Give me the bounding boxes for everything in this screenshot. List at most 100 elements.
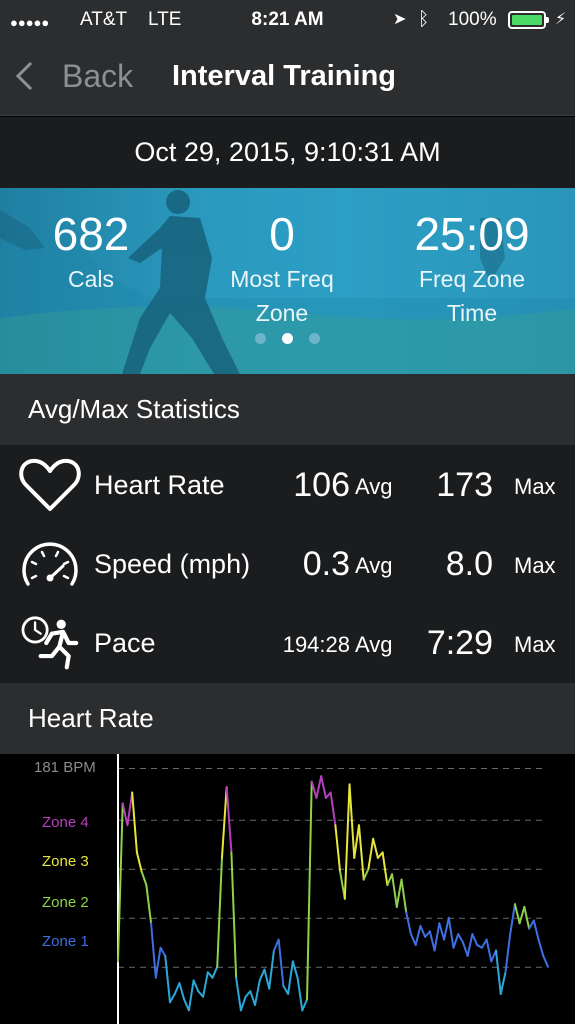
page-control[interactable] bbox=[0, 333, 575, 347]
heart-rate-line-segment bbox=[131, 791, 138, 854]
heart-rate-line-segment bbox=[367, 837, 375, 870]
heart-rate-line-segment bbox=[235, 976, 242, 1012]
heart-rate-line-segment bbox=[438, 922, 446, 941]
speedometer-icon bbox=[22, 542, 78, 586]
page-dot-2[interactable] bbox=[282, 333, 293, 344]
heart-rate-line-segment bbox=[353, 824, 360, 859]
heart-rate-line-segment bbox=[301, 998, 309, 1012]
avg-max-section-header: Avg/Max Statistics bbox=[0, 374, 575, 445]
stat-max-value: 173 bbox=[436, 466, 493, 504]
heart-rate-line-segment bbox=[485, 938, 493, 963]
heart-rate-line-segment bbox=[409, 933, 417, 947]
heart-rate-line-segment bbox=[391, 873, 398, 908]
stat-avg-label: Avg bbox=[355, 474, 393, 499]
stat-avg-label: Avg bbox=[355, 553, 393, 578]
back-label: Back bbox=[62, 57, 134, 94]
heart-rate-line-segment bbox=[400, 878, 408, 914]
heart-rate-line-segment bbox=[504, 933, 512, 974]
heart-rate-line-segment bbox=[395, 878, 403, 908]
stat-max-label: Max bbox=[514, 553, 556, 578]
heart-rate-line-segment bbox=[296, 976, 304, 1012]
stat-max-label: Max bbox=[514, 632, 556, 657]
freq-zone-time-label-2: Time bbox=[446, 300, 498, 326]
heart-rate-line-segment bbox=[315, 775, 323, 799]
stat-name: Speed (mph) bbox=[94, 549, 251, 579]
zone-3-label: Zone 3 bbox=[42, 853, 89, 870]
heart-rate-section-header: Heart Rate bbox=[0, 683, 575, 754]
heart-rate-line-segment bbox=[419, 924, 427, 938]
heart-rate-line-segment bbox=[140, 870, 148, 887]
most-freq-zone-label-2: Zone bbox=[255, 300, 309, 326]
heart-rate-line-segment bbox=[220, 786, 228, 859]
calories-stat: 682 Cals bbox=[30, 206, 152, 296]
stat-max-label: Max bbox=[514, 474, 556, 499]
heart-rate-line-segment bbox=[254, 979, 261, 1006]
most-freq-zone-label-1: Most Freq bbox=[230, 266, 334, 292]
heart-rate-line-segment bbox=[513, 903, 521, 925]
freq-zone-time-value: 25:09 bbox=[414, 208, 530, 260]
heart-rate-chart-svg bbox=[117, 754, 549, 1024]
heart-rate-line-segment bbox=[168, 993, 176, 1004]
heart-rate-line-segment bbox=[202, 971, 209, 998]
freq-zone-time-stat: 25:09 Freq Zone Time bbox=[392, 206, 552, 330]
heart-rate-line-segment bbox=[357, 824, 365, 881]
heart-rate-line-segment bbox=[461, 941, 469, 957]
stat-max-value: 8.0 bbox=[445, 545, 493, 583]
heart-rate-line-segment bbox=[452, 933, 460, 949]
heart-rate-line-segment bbox=[121, 802, 129, 827]
heart-rate-line-segment bbox=[428, 930, 436, 952]
heart-rate-line-segment bbox=[135, 851, 143, 873]
heart-rate-line-segment bbox=[150, 922, 157, 979]
heart-rate-line-segment bbox=[414, 924, 422, 947]
stat-name: Heart Rate bbox=[94, 470, 225, 500]
avg-max-stats-panel: Heart Rate 106 Avg 173 Max Speed (mph) 0… bbox=[0, 445, 575, 683]
freq-zone-time-label-1: Freq Zone bbox=[418, 266, 526, 292]
heart-rate-line-segment bbox=[258, 968, 266, 982]
heart-rate-line-segment bbox=[433, 922, 441, 952]
page-dot-3[interactable] bbox=[309, 333, 320, 344]
heart-rate-line-segment bbox=[372, 837, 379, 859]
heart-rate-line-segment bbox=[343, 783, 351, 900]
heart-rate-line-segment bbox=[405, 911, 412, 936]
heart-rate-line-segment bbox=[466, 933, 474, 957]
heart-icon bbox=[19, 458, 81, 511]
session-date: Oct 29, 2015, 9:10:31 AM bbox=[0, 117, 575, 188]
heart-rate-line-segment bbox=[287, 960, 294, 996]
heart-rate-line-segment bbox=[268, 949, 275, 990]
heart-rate-line-segment bbox=[211, 965, 219, 979]
stat-row-speed: Speed (mph) 0.3 Avg 8.0 Max bbox=[0, 524, 575, 602]
most-freq-zone-stat: 0 Most Freq Zone bbox=[212, 206, 352, 330]
heart-rate-line-segment bbox=[532, 919, 540, 941]
most-freq-zone-value: 0 bbox=[269, 208, 295, 260]
zone-2-label: Zone 2 bbox=[42, 894, 89, 911]
stat-row-pace: Pace 194:28 Avg 7:29 Max bbox=[0, 603, 575, 681]
chevron-left-icon bbox=[15, 61, 45, 91]
y-axis-max-label: 181 BPM bbox=[34, 759, 96, 776]
stat-avg-label: Avg bbox=[355, 632, 393, 657]
heart-rate-chart: 181 BPM Zone 4 Zone 3 Zone 2 Zone 1 bbox=[0, 754, 575, 1024]
heart-rate-line-segment bbox=[230, 851, 238, 979]
heart-rate-line-segment bbox=[443, 916, 450, 941]
heart-rate-line-segment bbox=[173, 982, 181, 996]
heart-rate-line-segment bbox=[334, 824, 342, 873]
calories-label: Cals bbox=[67, 266, 114, 292]
back-button[interactable]: Back bbox=[12, 56, 133, 96]
heart-rate-line-segment bbox=[159, 946, 167, 957]
zone-4-label: Zone 4 bbox=[42, 814, 89, 831]
page-dot-1[interactable] bbox=[255, 333, 266, 344]
heart-rate-line-segment bbox=[263, 968, 271, 990]
heart-rate-line-segment bbox=[249, 990, 257, 1006]
pace-runner-icon bbox=[21, 616, 79, 670]
charging-bolt-icon: ⚡ bbox=[555, 11, 567, 28]
heart-rate-line-segment bbox=[447, 916, 455, 949]
battery-percent: 100% bbox=[448, 9, 497, 30]
heart-rate-line-segment bbox=[239, 995, 247, 1012]
location-arrow-icon: ➤ bbox=[393, 11, 407, 28]
heart-rate-line-segment bbox=[471, 933, 479, 947]
stat-row-heart-rate: Heart Rate 106 Avg 173 Max bbox=[0, 445, 575, 523]
heart-rate-line-segment bbox=[164, 954, 171, 1004]
stat-max-value: 7:29 bbox=[426, 624, 493, 662]
heart-rate-line-segment bbox=[277, 938, 285, 987]
heart-rate-line-segment bbox=[537, 938, 545, 957]
heart-rate-line-segment bbox=[320, 775, 327, 799]
